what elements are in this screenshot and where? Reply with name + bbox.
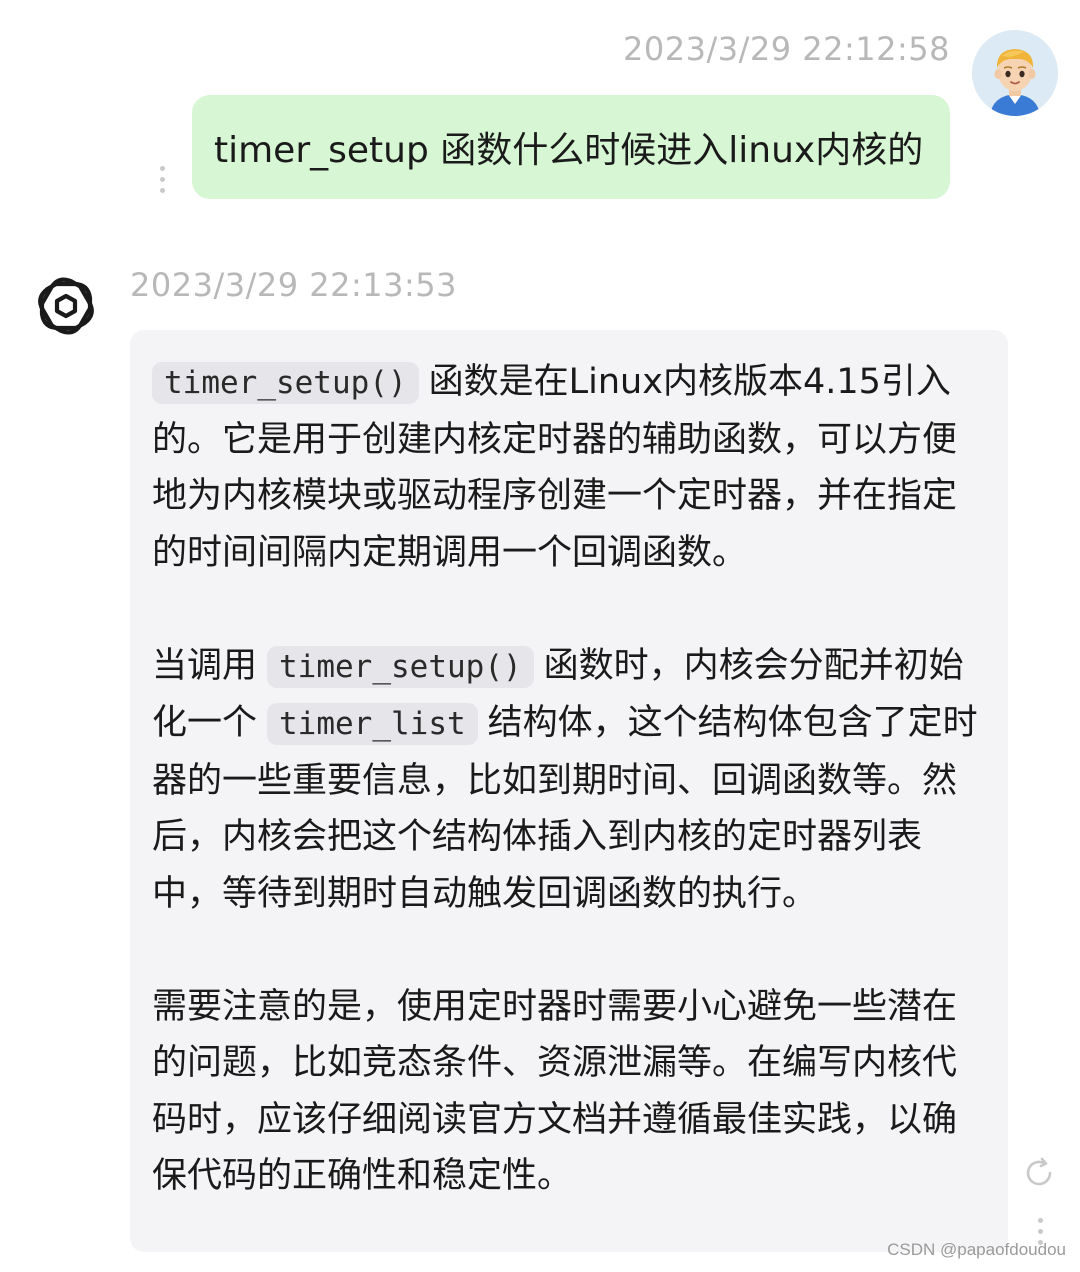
bot-paragraph: 当调用 timer_setup() 函数时，内核会分配并初始化一个 timer_lis… (152, 638, 986, 923)
openai-logo-icon (26, 266, 106, 346)
user-message-more-icon[interactable] (158, 166, 166, 193)
paragraph-text: 需要注意的是，使用定时器时需要小心避免一些潜在的问题，比如竞态条件、资源泄漏等。… (152, 986, 958, 1197)
bot-message-bubble[interactable]: timer_setup() 函数是在Linux内核版本4.15引入的。它是用于创建… (130, 330, 1008, 1252)
paragraph-text: 当调用 (152, 645, 258, 686)
user-message-timestamp: 2023/3/29 22:12:58 (623, 30, 950, 68)
bot-message-timestamp: 2023/3/29 22:13:53 (130, 266, 457, 304)
bot-paragraph: 需要注意的是，使用定时器时需要小心避免一些潜在的问题，比如竞态条件、资源泄漏等。… (152, 979, 986, 1205)
inline-code: timer_setup() (152, 362, 419, 404)
inline-code: timer_setup() (267, 645, 534, 688)
inline-code: timer_list (267, 703, 478, 745)
refresh-icon[interactable] (1022, 1156, 1056, 1190)
user-avatar-icon[interactable] (972, 30, 1058, 116)
user-message-bubble[interactable]: timer_setup 函数什么时候进入linux内核的 (192, 95, 950, 199)
user-message-text: timer_setup 函数什么时候进入linux内核的 (214, 130, 924, 171)
watermark: CSDN @papaofdoudou (887, 1240, 1066, 1259)
bot-paragraph: timer_setup() 函数是在Linux内核版本4.15引入的。它是用于创建… (152, 354, 986, 581)
